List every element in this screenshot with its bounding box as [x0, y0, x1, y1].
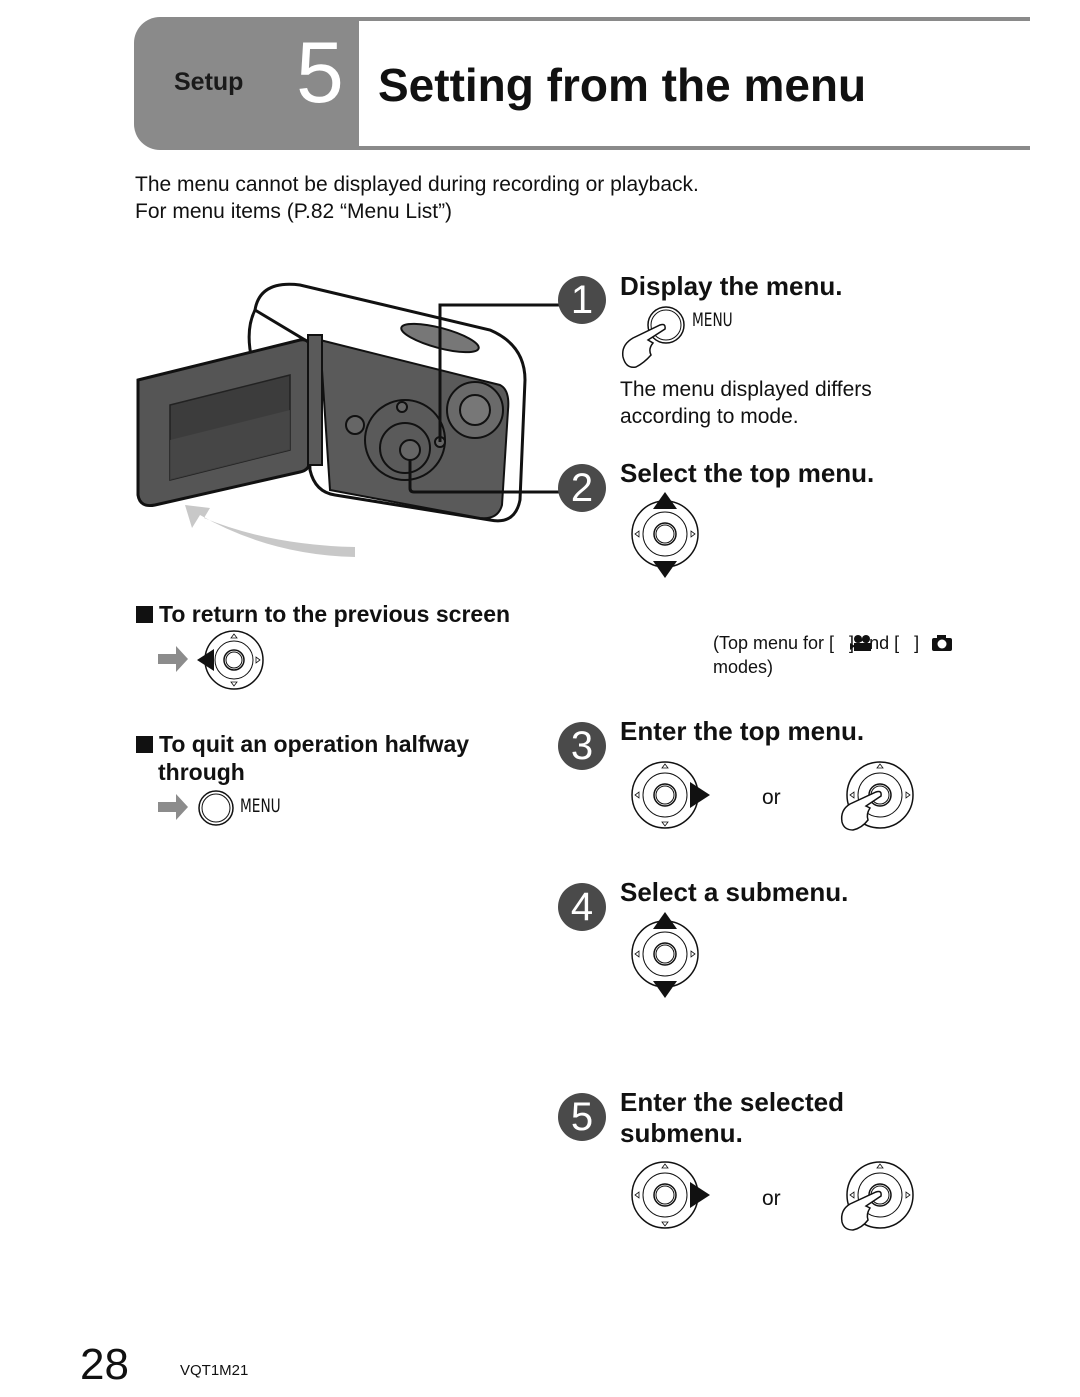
- step-1-note-line-2: according to mode.: [620, 405, 799, 428]
- step-2-note: (Top menu for [ ] and [ ] modes): [713, 631, 952, 679]
- dpad-right-icon: [631, 761, 710, 829]
- movie-camera-icon: [850, 635, 871, 651]
- intro-line-2: For menu items (P.82 “Menu List”): [135, 200, 453, 223]
- page-title: Setting from the menu: [378, 59, 867, 111]
- step-title-5: Enter the selected submenu.: [620, 1087, 844, 1149]
- gray-arrow-icon: [158, 794, 188, 820]
- section-number: 5: [296, 25, 344, 121]
- step-title-4: Select a submenu.: [620, 877, 849, 907]
- section-label: Setup: [174, 68, 244, 96]
- camcorder-illustration: [136, 282, 560, 557]
- step-2-note-line-1: (Top menu for [ ] and [ ]: [713, 631, 952, 655]
- tip-return-heading: To return to the previous screen: [136, 600, 510, 628]
- quit-menu-label: MENU: [240, 795, 281, 817]
- step-title-1: Display the menu.: [620, 271, 843, 301]
- step-badge-1: 1: [558, 276, 606, 324]
- step-title-5-line-1: Enter the selected: [620, 1087, 844, 1117]
- header-rule-top: [353, 17, 1030, 21]
- intro-line-1: The menu cannot be displayed during reco…: [135, 173, 699, 196]
- press-menu-button-icon: [621, 306, 685, 369]
- bullet-square-icon: [136, 736, 153, 753]
- dpad-press-center-icon: [840, 761, 914, 831]
- dpad-right-icon: [631, 1161, 710, 1229]
- step-badge-2: 2: [558, 464, 606, 512]
- tip-quit-heading-line-2: through: [158, 759, 245, 785]
- step-title-5-line-2: submenu.: [620, 1118, 743, 1148]
- intro-text: The menu cannot be displayed during reco…: [135, 171, 699, 225]
- dpad-press-center-icon: [840, 1161, 914, 1231]
- dpad-up-down-icon: [631, 912, 699, 998]
- step-badge-4: 4: [558, 883, 606, 931]
- step-2-note-text: (Top menu for [ ] and [ ]: [713, 633, 920, 653]
- tip-return-heading-text: To return to the previous screen: [159, 601, 511, 627]
- step-title-2: Select the top menu.: [620, 458, 875, 488]
- tip-quit-heading: To quit an operation halfway through: [136, 730, 469, 786]
- step-2-note-line-2: modes): [713, 657, 774, 677]
- document-code: VQT1M21: [180, 1362, 249, 1379]
- bullet-square-icon: [136, 606, 153, 623]
- or-label: or: [762, 786, 781, 809]
- page-number: 28: [80, 1340, 129, 1389]
- header-rule-bottom: [353, 146, 1030, 150]
- gray-arrow-icon: [158, 646, 188, 672]
- dpad-up-down-icon: [631, 492, 699, 578]
- quit-menu-button-icon: [158, 790, 234, 826]
- step-1-note: The menu displayed differs according to …: [620, 376, 872, 430]
- return-dpad-left-icon: [158, 630, 264, 690]
- menu-button-label: MENU: [692, 309, 733, 331]
- tip-quit-heading-line-1: To quit an operation halfway: [159, 731, 470, 757]
- still-camera-icon: [932, 635, 952, 651]
- or-label: or: [762, 1187, 781, 1210]
- step-badge-3: 3: [558, 722, 606, 770]
- step-1-note-line-1: The menu displayed differs: [620, 378, 872, 401]
- step-title-3: Enter the top menu.: [620, 716, 865, 746]
- step-badge-5: 5: [558, 1093, 606, 1141]
